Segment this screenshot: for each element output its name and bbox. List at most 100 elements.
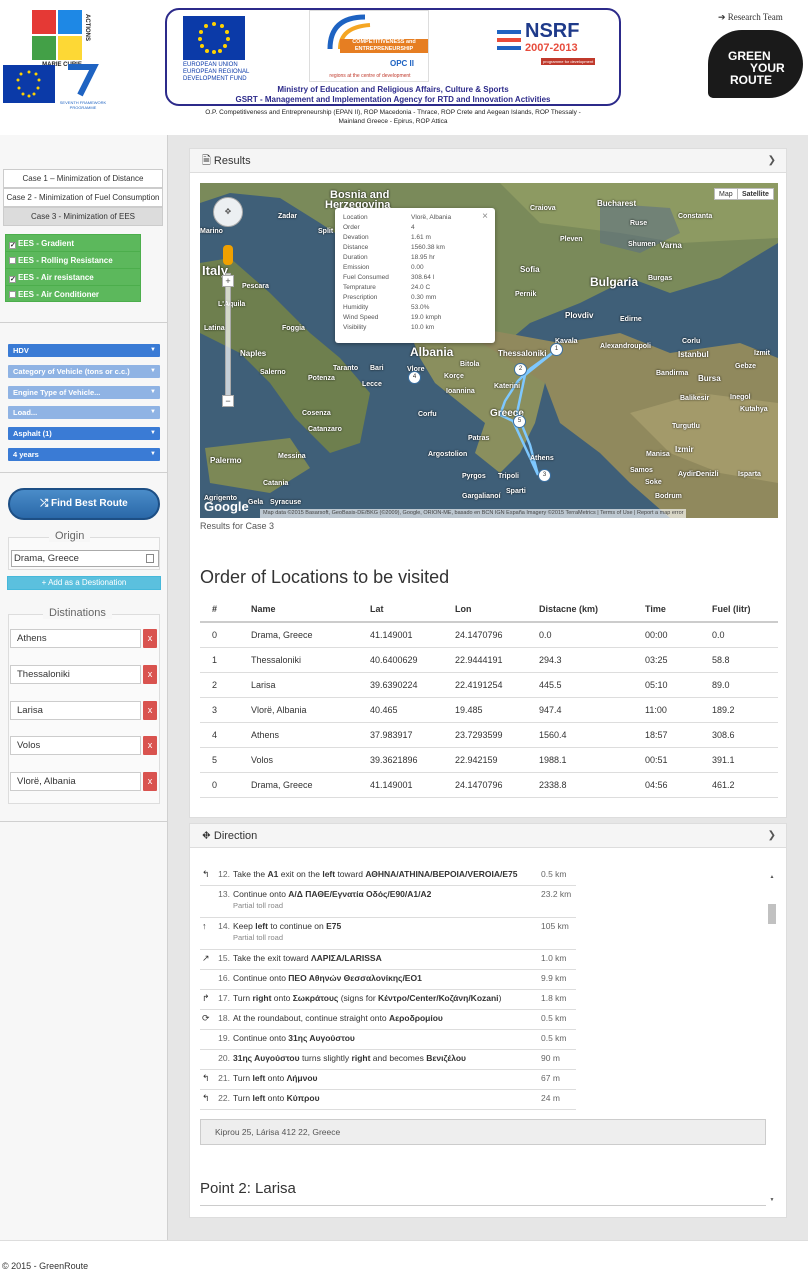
street-view-pegman-icon[interactable] bbox=[223, 245, 233, 265]
sidebar-divider bbox=[0, 472, 168, 473]
site-header: MARIE CURIE ACTIONS SEVENTH FRAMEWORK PR… bbox=[0, 0, 808, 135]
destination-input[interactable]: Thessaloniki bbox=[10, 665, 141, 684]
turn-arrow-icon: ↰ bbox=[202, 869, 210, 879]
case-1-button[interactable]: Case 1 – Minimization of Distance bbox=[3, 169, 163, 188]
load-select[interactable]: Load... ▼ bbox=[8, 406, 160, 419]
map-type-map-button[interactable]: Map bbox=[714, 188, 738, 200]
info-value: 19.0 kmph bbox=[411, 314, 442, 321]
scrollbar-thumb[interactable] bbox=[768, 904, 776, 924]
table-cell: 0.0 bbox=[525, 622, 640, 648]
route-marker[interactable]: 1 bbox=[550, 343, 563, 356]
step-instruction: Turn right onto Σωκράτους (signs for Κέν… bbox=[233, 993, 502, 1003]
close-icon[interactable]: × bbox=[482, 211, 488, 222]
asphalt-select[interactable]: Asphalt (1) ▼ bbox=[8, 427, 160, 440]
case-3-button[interactable]: Case 3 - Minimization of EES bbox=[3, 207, 163, 226]
remove-destination-button[interactable]: x bbox=[143, 772, 157, 791]
table-cell: 0.0 bbox=[700, 622, 778, 648]
eu-text-line: EUROPEAN UNION bbox=[183, 62, 238, 68]
address-book-icon[interactable] bbox=[146, 554, 154, 563]
results-panel-header[interactable]: 🗎 Results ❯ bbox=[190, 149, 786, 173]
route-marker[interactable]: 2 bbox=[514, 363, 527, 376]
chevron-down-icon[interactable]: ❯ bbox=[768, 824, 776, 848]
map-label: Pescara bbox=[242, 283, 269, 290]
turn-arrow-icon: ↱ bbox=[202, 993, 210, 1003]
info-value: 4 bbox=[411, 224, 415, 231]
remove-destination-button[interactable]: x bbox=[143, 736, 157, 755]
map-label: Manisa bbox=[646, 451, 670, 458]
table-cell: 4 bbox=[200, 722, 245, 748]
opc-title: COMPETITIVENESS and ENTREPRENEURSHIP bbox=[340, 39, 428, 53]
map-label: Thessaloniki bbox=[498, 349, 547, 358]
map-attribution[interactable]: Map data ©2015 Basarsoft, GeoBasis-DE/BK… bbox=[260, 509, 687, 518]
checkbox-checked-icon[interactable]: ✓ bbox=[9, 242, 16, 249]
chevron-down-icon: ▼ bbox=[150, 430, 156, 436]
table-cell: 0 bbox=[200, 772, 245, 798]
directions-scroll-area[interactable]: Kiprou 25, Lárisa 412 22, Greece Point 2… bbox=[200, 866, 776, 1207]
destination-input[interactable]: Athens bbox=[10, 629, 141, 648]
route-marker[interactable]: 4 bbox=[408, 371, 421, 384]
remove-destination-button[interactable]: x bbox=[143, 701, 157, 720]
info-row: Devation 1.61 m bbox=[343, 233, 487, 243]
add-destination-button[interactable]: + Add as a Destionation bbox=[7, 576, 161, 590]
route-marker[interactable]: 5 bbox=[513, 415, 526, 428]
map-pan-control[interactable]: ✥ bbox=[213, 197, 243, 227]
info-row: Duration 18.95 hr bbox=[343, 253, 487, 263]
destination-input[interactable]: Volos bbox=[10, 736, 141, 755]
origin-input[interactable]: Drama, Greece bbox=[11, 550, 159, 567]
map-label: Sofia bbox=[520, 265, 540, 274]
scroll-down-icon[interactable]: ▼ bbox=[768, 1197, 776, 1203]
map-zoom-slider[interactable] bbox=[225, 273, 231, 403]
vehicle-age-select[interactable]: 4 years ▼ bbox=[8, 448, 160, 461]
chevron-down-icon[interactable]: ❯ bbox=[768, 149, 776, 173]
route-marker[interactable]: 3 bbox=[538, 469, 551, 482]
table-row: 1 Thessaloniki 40.6400629 22.9444191 294.3 03… bbox=[200, 647, 778, 673]
vehicle-type-select[interactable]: HDV ▼ bbox=[8, 344, 160, 357]
map-label: Constanta bbox=[678, 213, 713, 220]
map-label: Bulgaria bbox=[590, 275, 639, 289]
route-map[interactable]: Bosnia and Herzegovina Bulgaria Albania … bbox=[200, 183, 778, 518]
ees-air-conditioner-option[interactable]: EES - Air Conditioner bbox=[6, 286, 140, 303]
map-label: Korçe bbox=[444, 373, 464, 380]
step-instruction: 31ης Αυγούστου turns slightly right and … bbox=[233, 1053, 466, 1063]
case-2-button[interactable]: Case 2 - Minimization of Fuel Consumptio… bbox=[3, 188, 163, 207]
table-cell: Drama, Greece bbox=[245, 622, 355, 648]
zoom-in-button[interactable]: + bbox=[222, 275, 234, 287]
map-label: Gebze bbox=[735, 363, 757, 370]
ees-gradient-option[interactable]: ✓ EES - Gradient bbox=[6, 235, 140, 252]
step-number: 21. bbox=[218, 1073, 230, 1083]
engine-type-select[interactable]: Engine Type of Vehicle... ▼ bbox=[8, 386, 160, 399]
table-cell: 11:00 bbox=[640, 697, 700, 723]
map-label: Catanzaro bbox=[308, 426, 342, 433]
destination-input[interactable]: Vlorë, Albania bbox=[10, 772, 141, 791]
find-best-route-button[interactable]: ⤮ Find Best Route bbox=[8, 488, 160, 520]
green-your-route-logo[interactable]: GREEN YOUR ROUTE bbox=[708, 30, 803, 98]
info-value: 0.00 bbox=[411, 264, 424, 271]
vertical-scrollbar[interactable]: ▲ ▼ bbox=[768, 874, 776, 1204]
step-note: Partial toll road bbox=[233, 901, 284, 910]
checkbox-checked-icon[interactable]: ✓ bbox=[9, 276, 16, 283]
scroll-up-icon[interactable]: ▲ bbox=[768, 874, 776, 880]
map-type-satellite-button[interactable]: Satellite bbox=[737, 188, 774, 200]
table-cell: 1560.4 bbox=[525, 722, 640, 748]
remove-destination-button[interactable]: x bbox=[143, 629, 157, 648]
info-key: Fuel Consumed bbox=[343, 274, 389, 281]
remove-destination-button[interactable]: x bbox=[143, 665, 157, 684]
checkbox-icon[interactable] bbox=[9, 257, 16, 264]
research-team-link[interactable]: ➔ Research Team bbox=[718, 12, 783, 23]
info-row: Humidity 53.0% bbox=[343, 303, 487, 313]
map-label: Inegol bbox=[730, 394, 751, 401]
ees-air-resistance-option[interactable]: ✓ EES - Air resistance bbox=[6, 269, 140, 286]
map-label: Pyrgos bbox=[462, 473, 486, 480]
checkbox-icon[interactable] bbox=[9, 291, 16, 298]
ees-rolling-option[interactable]: EES - Rolling Resistance bbox=[6, 252, 140, 269]
table-cell: 2 bbox=[200, 672, 245, 698]
map-label: Bandirma bbox=[656, 370, 689, 377]
vehicle-category-select[interactable]: Category of Vehicle (tons or c.c.) ▼ bbox=[8, 365, 160, 378]
table-cell: Athens bbox=[245, 722, 355, 748]
program-text: O.P. Competitiveness and Entrepreneurshi… bbox=[165, 108, 621, 126]
direction-panel-header[interactable]: ⛖ Direction ❯ bbox=[190, 824, 786, 848]
step-distance: 105 km bbox=[541, 921, 569, 931]
column-header: # bbox=[200, 596, 245, 623]
zoom-out-button[interactable]: − bbox=[222, 395, 234, 407]
destination-input[interactable]: Larisa bbox=[10, 701, 141, 720]
